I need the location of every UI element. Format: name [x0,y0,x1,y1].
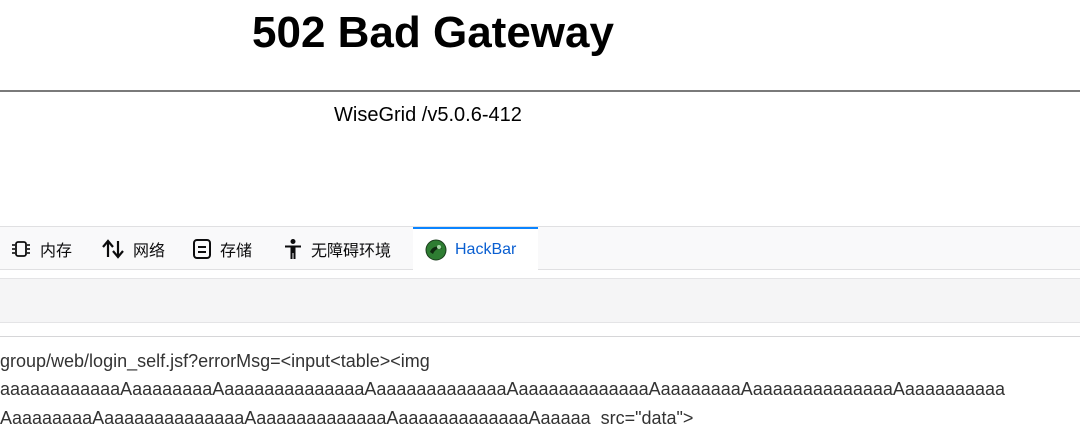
accessibility-person-icon [283,238,303,260]
hackbar-toolbar [0,278,1080,323]
tab-label: 存储 [220,242,253,260]
tab-hackbar[interactable]: HackBar [413,227,538,270]
divider [0,90,1080,92]
url-textarea[interactable]: group/web/login_self.jsf?errorMsg=<input… [0,336,1080,435]
url-line: aaaaaaaaaaaaAaaaaaaaaAaaaaaaaaaaaaaaAaaa… [0,379,1006,399]
up-down-arrows-icon [101,238,125,260]
devtools-tab-bar: 内存 网络 存储 无障碍环境 HackBar [0,226,1080,270]
tab-label: 无障碍环境 [311,242,392,260]
error-title: 502 Bad Gateway [252,8,614,57]
url-line: AaaaaaaaaAaaaaaaaaaaaaaaAaaaaaaaaaaaaaAa… [0,408,694,428]
tab-accessibility[interactable]: 无障碍环境 [283,227,391,270]
tab-label: 网络 [133,242,166,260]
server-signature: WiseGrid /v5.0.6-412 [334,104,522,126]
tab-label: HackBar [455,240,517,258]
browser-page: 502 Bad Gateway WiseGrid /v5.0.6-412 内存 [0,0,1080,435]
tab-label: 内存 [40,242,73,260]
tab-memory[interactable]: 内存 [10,227,72,270]
tab-storage[interactable]: 存储 [192,227,252,270]
url-line: group/web/login_self.jsf?errorMsg=<input… [0,351,430,371]
memory-chip-icon [10,239,32,259]
tab-network[interactable]: 网络 [101,227,165,270]
storage-icon [192,238,212,260]
hackbar-logo-icon [425,239,447,261]
